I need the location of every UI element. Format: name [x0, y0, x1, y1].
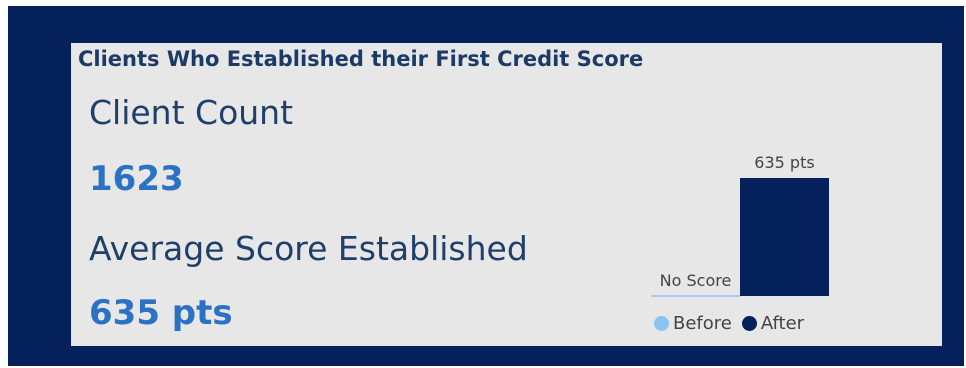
client-count-label: Client Count — [89, 93, 294, 132]
legend-dot-after — [741, 316, 757, 331]
credit-score-card: Clients Who Established their First Cred… — [71, 43, 942, 346]
dashboard-frame: Clients Who Established their First Cred… — [8, 6, 964, 366]
bar-after — [740, 178, 829, 296]
before-after-bar-chart: No Score 635 pts — [651, 153, 829, 297]
legend-item-before: Before — [654, 313, 732, 334]
legend-label-after: After — [760, 313, 805, 334]
average-score-label: Average Score Established — [89, 229, 528, 268]
legend-item-after: After — [741, 313, 805, 334]
card-title: Clients Who Established their First Cred… — [78, 47, 644, 71]
average-score-value: 635 pts — [89, 293, 233, 333]
client-count-value: 1623 — [89, 159, 184, 199]
data-label-before: No Score — [660, 271, 732, 290]
data-label-after: 635 pts — [754, 153, 814, 172]
legend-dot-before — [654, 316, 669, 331]
legend-label-before: Before — [673, 313, 732, 334]
chart-legend: Before After — [654, 313, 804, 334]
